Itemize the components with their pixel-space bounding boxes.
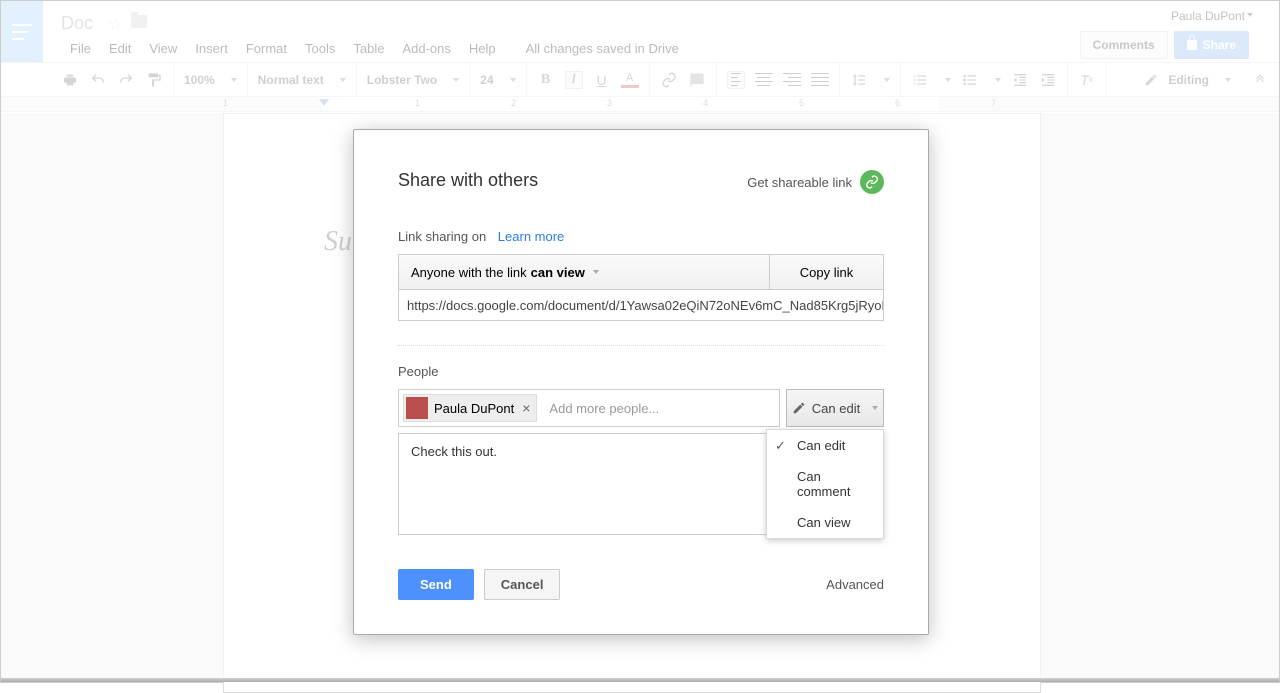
- link-scope-selector[interactable]: Anyone with the link can view: [399, 255, 769, 289]
- people-placeholder: Add more people...: [549, 401, 659, 416]
- link-icon: [860, 170, 884, 194]
- section-divider: [398, 345, 884, 346]
- cancel-button[interactable]: Cancel: [484, 569, 561, 600]
- avatar: [406, 397, 428, 419]
- remove-chip-icon[interactable]: ×: [522, 400, 530, 416]
- perm-option-can-comment[interactable]: Can comment: [767, 461, 883, 507]
- people-input[interactable]: Paula DuPont × Add more people...: [398, 389, 780, 427]
- send-button[interactable]: Send: [398, 569, 474, 600]
- link-scope-prefix: Anyone with the link: [411, 265, 527, 280]
- link-scope-row: Anyone with the link can view Copy link: [398, 254, 884, 290]
- pencil-icon: [792, 401, 806, 415]
- permission-button-label: Can edit: [812, 401, 860, 416]
- caret-down-icon: [872, 406, 878, 410]
- people-row: Paula DuPont × Add more people... Can ed…: [398, 389, 884, 427]
- caret-down-icon: [593, 270, 599, 274]
- link-sharing-status: Link sharing on Learn more: [398, 229, 884, 244]
- copy-link-button[interactable]: Copy link: [769, 255, 883, 289]
- advanced-link[interactable]: Advanced: [826, 577, 884, 592]
- perm-option-can-edit[interactable]: Can edit: [767, 430, 883, 461]
- chip-name: Paula DuPont: [434, 401, 514, 416]
- permission-menu: Can edit Can comment Can view: [766, 429, 884, 539]
- people-label: People: [398, 364, 884, 379]
- person-chip[interactable]: Paula DuPont ×: [403, 394, 537, 422]
- share-dialog: Share with others Get shareable link Lin…: [353, 129, 929, 635]
- perm-option-can-view[interactable]: Can view: [767, 507, 883, 538]
- link-sharing-on-text: Link sharing on: [398, 229, 486, 244]
- link-url-field[interactable]: https://docs.google.com/document/d/1Yaws…: [398, 289, 884, 321]
- learn-more-link[interactable]: Learn more: [498, 229, 564, 244]
- get-shareable-link-label: Get shareable link: [747, 175, 852, 190]
- get-shareable-link-button[interactable]: Get shareable link: [747, 170, 884, 194]
- dialog-footer: Send Cancel Advanced: [398, 569, 884, 600]
- link-scope-perm: can view: [531, 265, 585, 280]
- permission-button[interactable]: Can edit: [786, 389, 884, 427]
